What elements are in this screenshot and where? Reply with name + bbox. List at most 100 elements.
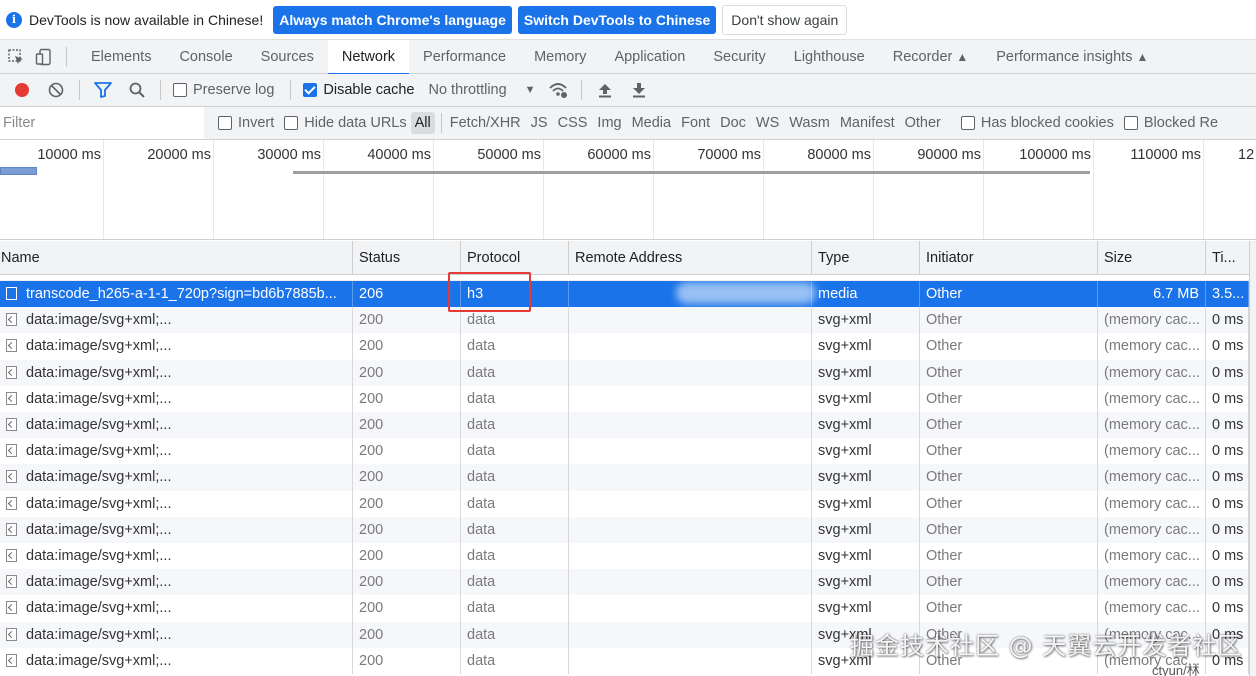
cell-name: data:image/svg+xml;... (0, 647, 353, 674)
type-filter-wasm[interactable]: Wasm (785, 112, 834, 134)
request-name: data:image/svg+xml;... (26, 495, 172, 512)
blocked-requests-box[interactable] (1123, 116, 1138, 130)
table-row[interactable]: data:image/svg+xml;... 200 data svg+xml Othe… (0, 333, 1256, 360)
experimental-flask-icon: ▲ (956, 49, 969, 64)
cell-initiator: Other (920, 359, 1098, 386)
type-filter-media[interactable]: Media (628, 112, 676, 134)
network-overview[interactable]: 10000 ms 20000 ms 30000 ms 40000 ms 5000… (0, 140, 1256, 240)
table-row[interactable]: data:image/svg+xml;... 200 data svg+xml Othe… (0, 595, 1256, 622)
cell-remote (569, 438, 812, 465)
table-row[interactable]: data:image/svg+xml;... 200 data svg+xml Othe… (0, 490, 1256, 517)
throttling-select[interactable]: No throttling ▼ (428, 82, 547, 98)
svg-file-icon (6, 549, 17, 562)
network-conditions-icon[interactable] (548, 80, 568, 100)
preserve-log-label: Preserve log (193, 82, 275, 98)
cell-size: (memory cac... (1098, 385, 1206, 412)
type-filter-manifest[interactable]: Manifest (836, 112, 899, 134)
type-filter-doc[interactable]: Doc (716, 112, 750, 134)
cell-time: 0 ms (1206, 307, 1249, 334)
type-filter-all[interactable]: All (410, 112, 435, 134)
type-filter-img[interactable]: Img (593, 112, 625, 134)
tab-sources[interactable]: Sources (247, 40, 328, 74)
column-header-size[interactable]: Size (1098, 241, 1206, 275)
svg-file-icon (6, 339, 17, 353)
cell-protocol: data (461, 621, 569, 648)
cell-time: 0 ms (1206, 490, 1249, 517)
disable-cache-box[interactable] (303, 83, 318, 97)
type-filter-fetch-xhr[interactable]: Fetch/XHR (446, 112, 525, 134)
table-row[interactable]: data:image/svg+xml;... 200 data svg+xml Othe… (0, 412, 1256, 439)
invert-box[interactable] (218, 116, 232, 130)
cell-type: svg+xml (812, 333, 920, 360)
has-blocked-cookies-checkbox[interactable]: Has blocked cookies (960, 115, 1114, 131)
column-header-remote-address[interactable]: Remote Address (569, 241, 812, 275)
tab-performance-insights[interactable]: Performance insights ▲ (982, 40, 1162, 74)
cell-time: 0 ms (1206, 412, 1249, 439)
preserve-log-checkbox[interactable]: Preserve log (173, 82, 274, 98)
tab-elements[interactable]: Elements (77, 40, 165, 74)
tab-security[interactable]: Security (699, 40, 779, 74)
cell-initiator: Other (920, 490, 1098, 517)
overview-tick-label: 30000 ms (257, 147, 321, 163)
switch-to-chinese-button[interactable]: Switch DevTools to Chinese (517, 5, 717, 34)
table-row[interactable]: data:image/svg+xml;... 200 data svg+xml Othe… (0, 359, 1256, 386)
tab-performance[interactable]: Performance (409, 40, 520, 74)
cell-name: data:image/svg+xml;... (0, 516, 353, 543)
preserve-log-box[interactable] (173, 83, 187, 97)
hide-data-urls-checkbox[interactable]: Hide data URLs (284, 115, 407, 131)
type-filter-other[interactable]: Other (901, 112, 945, 134)
disable-cache-checkbox[interactable]: Disable cache (303, 82, 414, 98)
hide-data-urls-box[interactable] (284, 116, 299, 130)
table-row[interactable]: data:image/svg+xml;... 200 data svg+xml Othe… (0, 543, 1256, 570)
invert-checkbox[interactable]: Invert (218, 115, 274, 131)
table-row[interactable]: data:image/svg+xml;... 200 data svg+xml Othe… (0, 438, 1256, 465)
download-har-icon[interactable] (629, 80, 649, 100)
overview-divider (323, 140, 324, 239)
filter-icon[interactable] (93, 80, 113, 100)
table-scrollbar[interactable] (1249, 241, 1256, 676)
cell-remote (569, 333, 812, 360)
cell-name: data:image/svg+xml;... (0, 333, 353, 360)
table-row[interactable]: data:image/svg+xml;... 200 data svg+xml Othe… (0, 385, 1256, 412)
column-header-protocol[interactable]: Protocol (461, 241, 569, 275)
record-icon[interactable] (12, 80, 32, 100)
cell-name: data:image/svg+xml;... (0, 595, 353, 622)
column-header-type[interactable]: Type (812, 241, 920, 275)
has-blocked-cookies-box[interactable] (960, 116, 975, 130)
filter-input[interactable] (0, 107, 204, 139)
dont-show-again-button[interactable]: Don't show again (722, 4, 848, 35)
table-row[interactable]: data:image/svg+xml;... 200 data svg+xml Othe… (0, 569, 1256, 596)
cell-status: 200 (353, 385, 461, 412)
table-row[interactable]: data:image/svg+xml;... 200 data svg+xml Othe… (0, 307, 1256, 334)
column-header-initiator[interactable]: Initiator (920, 241, 1098, 275)
tab-application[interactable]: Application (600, 40, 699, 74)
type-filter-font[interactable]: Font (677, 112, 714, 134)
always-match-language-button[interactable]: Always match Chrome's language (273, 5, 512, 34)
request-name: data:image/svg+xml;... (26, 390, 172, 407)
table-row[interactable]: data:image/svg+xml;... 200 data svg+xml Othe… (0, 516, 1256, 543)
search-icon[interactable] (127, 80, 147, 100)
table-row[interactable]: data:image/svg+xml;... 200 data svg+xml Othe… (0, 464, 1256, 491)
table-row-selected[interactable]: transcode_h265-a-1-1_720p?sign=bd6b7885b… (0, 281, 1256, 308)
cell-protocol: data (461, 569, 569, 596)
clear-icon[interactable] (46, 80, 66, 100)
watermark-text: 掘金技术社区 @ 天翼云开发者社区 (850, 632, 1243, 660)
device-toolbar-icon[interactable] (30, 40, 58, 74)
inspect-element-icon[interactable] (2, 40, 30, 74)
column-header-time[interactable]: Ti... (1206, 241, 1250, 275)
type-filter-js[interactable]: JS (527, 112, 552, 134)
cell-type: svg+xml (812, 464, 920, 491)
blocked-requests-checkbox[interactable]: Blocked Re (1123, 115, 1218, 131)
column-header-name[interactable]: Name (0, 241, 353, 275)
tab-recorder[interactable]: Recorder ▲ (879, 40, 983, 74)
type-filter-css[interactable]: CSS (554, 112, 592, 134)
column-header-status[interactable]: Status (353, 241, 461, 275)
cell-type: svg+xml (812, 595, 920, 622)
cell-size: (memory cac... (1098, 412, 1206, 439)
type-filter-ws[interactable]: WS (752, 112, 783, 134)
tab-network[interactable]: Network (327, 39, 410, 75)
tab-lighthouse[interactable]: Lighthouse (780, 40, 879, 74)
tab-console[interactable]: Console (165, 40, 246, 74)
upload-har-icon[interactable] (595, 80, 615, 100)
tab-memory[interactable]: Memory (520, 40, 600, 74)
